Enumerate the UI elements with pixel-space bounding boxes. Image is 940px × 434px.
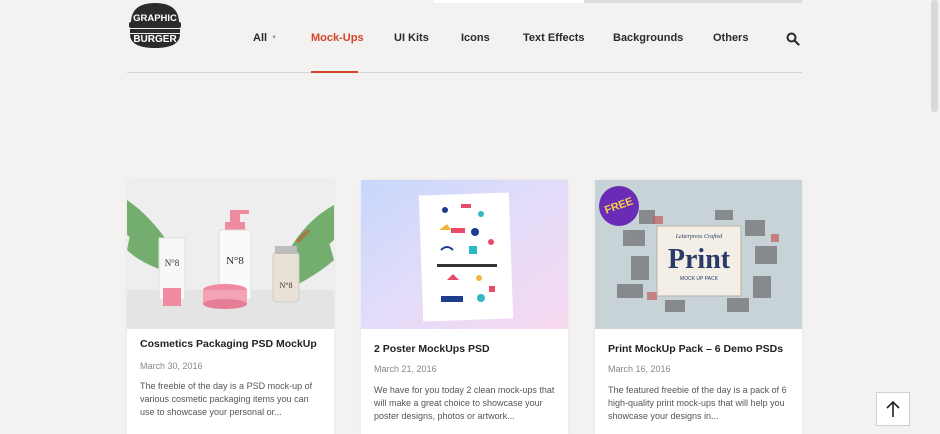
post-card[interactable]: Letterpress Crafted Print MOCK UP PACK F… xyxy=(595,180,802,434)
svg-text:BURGER: BURGER xyxy=(133,34,177,45)
arrow-up-icon xyxy=(886,400,900,417)
nav-item-all[interactable]: All ▼ xyxy=(253,28,277,48)
post-thumbnail[interactable] xyxy=(361,180,568,329)
svg-text:N°8: N°8 xyxy=(280,281,293,290)
top-strip xyxy=(434,0,802,3)
post-card[interactable]: N°8 N°8 N°8 Cosmetics Packaging PSD Mock… xyxy=(127,180,334,434)
caret-down-icon: ▼ xyxy=(271,35,278,42)
nav-item-backgrounds[interactable]: Backgrounds xyxy=(613,28,683,48)
post-title[interactable]: Cosmetics Packaging PSD MockUp xyxy=(140,338,317,350)
active-tab-indicator xyxy=(311,71,358,73)
post-excerpt: The featured freebie of the day is a pac… xyxy=(608,385,787,421)
burger-logo-icon: GRAPHIC BURGER xyxy=(129,3,181,48)
nav-item-mock-ups[interactable]: Mock-Ups xyxy=(311,28,364,48)
page-scrollbar[interactable] xyxy=(929,0,940,434)
nav-item-text-effects[interactable]: Text Effects xyxy=(523,28,585,48)
nav-item-others[interactable]: Others xyxy=(713,28,748,48)
svg-text:GRAPHIC: GRAPHIC xyxy=(133,13,177,24)
post-thumbnail[interactable]: N°8 N°8 N°8 xyxy=(127,180,334,329)
nav-item-icons[interactable]: Icons xyxy=(461,28,490,48)
post-excerpt: The freebie of the day is a PSD mock-up … xyxy=(140,381,313,417)
post-date: March 16, 2016 xyxy=(608,364,671,374)
search-icon[interactable] xyxy=(786,32,800,46)
post-card[interactable]: 2 Poster MockUps PSD March 21, 2016 We h… xyxy=(361,180,568,434)
scrollbar-thumb[interactable] xyxy=(931,0,938,112)
svg-text:N°8: N°8 xyxy=(226,255,244,267)
site-logo[interactable]: GRAPHIC BURGER xyxy=(127,1,183,51)
post-thumbnail[interactable]: Letterpress Crafted Print MOCK UP PACK F… xyxy=(595,180,802,329)
post-excerpt: We have for you today 2 clean mock-ups t… xyxy=(374,385,555,421)
svg-text:Letterpress Crafted: Letterpress Crafted xyxy=(675,233,724,240)
svg-text:N°8: N°8 xyxy=(165,258,180,268)
svg-text:MOCK UP PACK: MOCK UP PACK xyxy=(680,276,719,282)
svg-text:Print: Print xyxy=(668,244,731,275)
post-date: March 21, 2016 xyxy=(374,364,437,374)
post-title[interactable]: Print MockUp Pack – 6 Demo PSDs xyxy=(608,343,783,355)
post-title[interactable]: 2 Poster MockUps PSD xyxy=(374,343,490,355)
back-to-top-button[interactable] xyxy=(876,392,910,426)
header-divider xyxy=(127,72,802,73)
nav-item-ui-kits[interactable]: UI Kits xyxy=(394,28,429,48)
post-date: March 30, 2016 xyxy=(140,361,203,371)
